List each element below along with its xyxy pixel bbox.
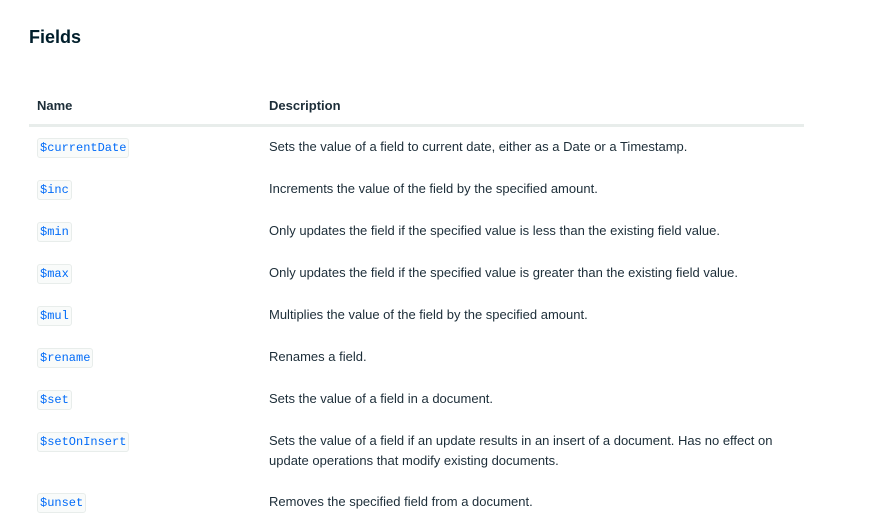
name-cell: $unset xyxy=(29,482,261,524)
table-row: $setOnInsert Sets the value of a field i… xyxy=(29,421,804,482)
name-cell: $rename xyxy=(29,337,261,379)
description-cell: Renames a field. xyxy=(269,349,367,364)
table-row: $set Sets the value of a field in a docu… xyxy=(29,379,804,421)
name-cell: $inc xyxy=(29,169,261,211)
table-row: $max Only updates the field if the speci… xyxy=(29,253,804,295)
description-cell: Increments the value of the field by the… xyxy=(269,181,598,196)
table-header-row: Name Description xyxy=(29,86,804,127)
operator-link[interactable]: $inc xyxy=(37,180,72,200)
operator-link[interactable]: $max xyxy=(37,264,72,284)
description-cell: Only updates the field if the specified … xyxy=(269,265,739,280)
name-cell: $set xyxy=(29,379,261,421)
table-row: $rename Renames a field. xyxy=(29,337,804,379)
table-row: $currentDate Sets the value of a field t… xyxy=(29,126,804,170)
description-cell: Sets the value of a field if an update r… xyxy=(269,433,773,468)
operator-link[interactable]: $setOnInsert xyxy=(37,432,130,452)
operator-link[interactable]: $min xyxy=(37,222,72,242)
name-cell: $min xyxy=(29,211,261,253)
description-cell: Sets the value of a field to current dat… xyxy=(269,139,688,154)
table-row: $inc Increments the value of the field b… xyxy=(29,169,804,211)
table-row: $mul Multiplies the value of the field b… xyxy=(29,295,804,337)
name-cell: $mul xyxy=(29,295,261,337)
column-header-name: Name xyxy=(29,86,261,127)
description-cell: Sets the value of a field in a document. xyxy=(269,391,494,406)
page-title: Fields xyxy=(29,27,82,47)
name-cell: $max xyxy=(29,253,261,295)
operator-link[interactable]: $currentDate xyxy=(37,138,130,158)
operator-link[interactable]: $rename xyxy=(37,348,94,368)
fields-table: Name Description $currentDate Sets the v… xyxy=(29,86,804,524)
name-cell: $setOnInsert xyxy=(29,421,261,482)
description-cell: Only updates the field if the specified … xyxy=(269,223,720,238)
description-cell: Multiplies the value of the field by the… xyxy=(269,307,588,322)
operator-link[interactable]: $unset xyxy=(37,493,87,513)
table-row: $min Only updates the field if the speci… xyxy=(29,211,804,253)
description-cell: Removes the specified field from a docum… xyxy=(269,494,533,509)
column-header-description: Description xyxy=(261,86,804,127)
operator-link[interactable]: $set xyxy=(37,390,72,410)
operator-link[interactable]: $mul xyxy=(37,306,72,326)
name-cell: $currentDate xyxy=(29,126,261,170)
table-row: $unset Removes the specified field from … xyxy=(29,482,804,524)
